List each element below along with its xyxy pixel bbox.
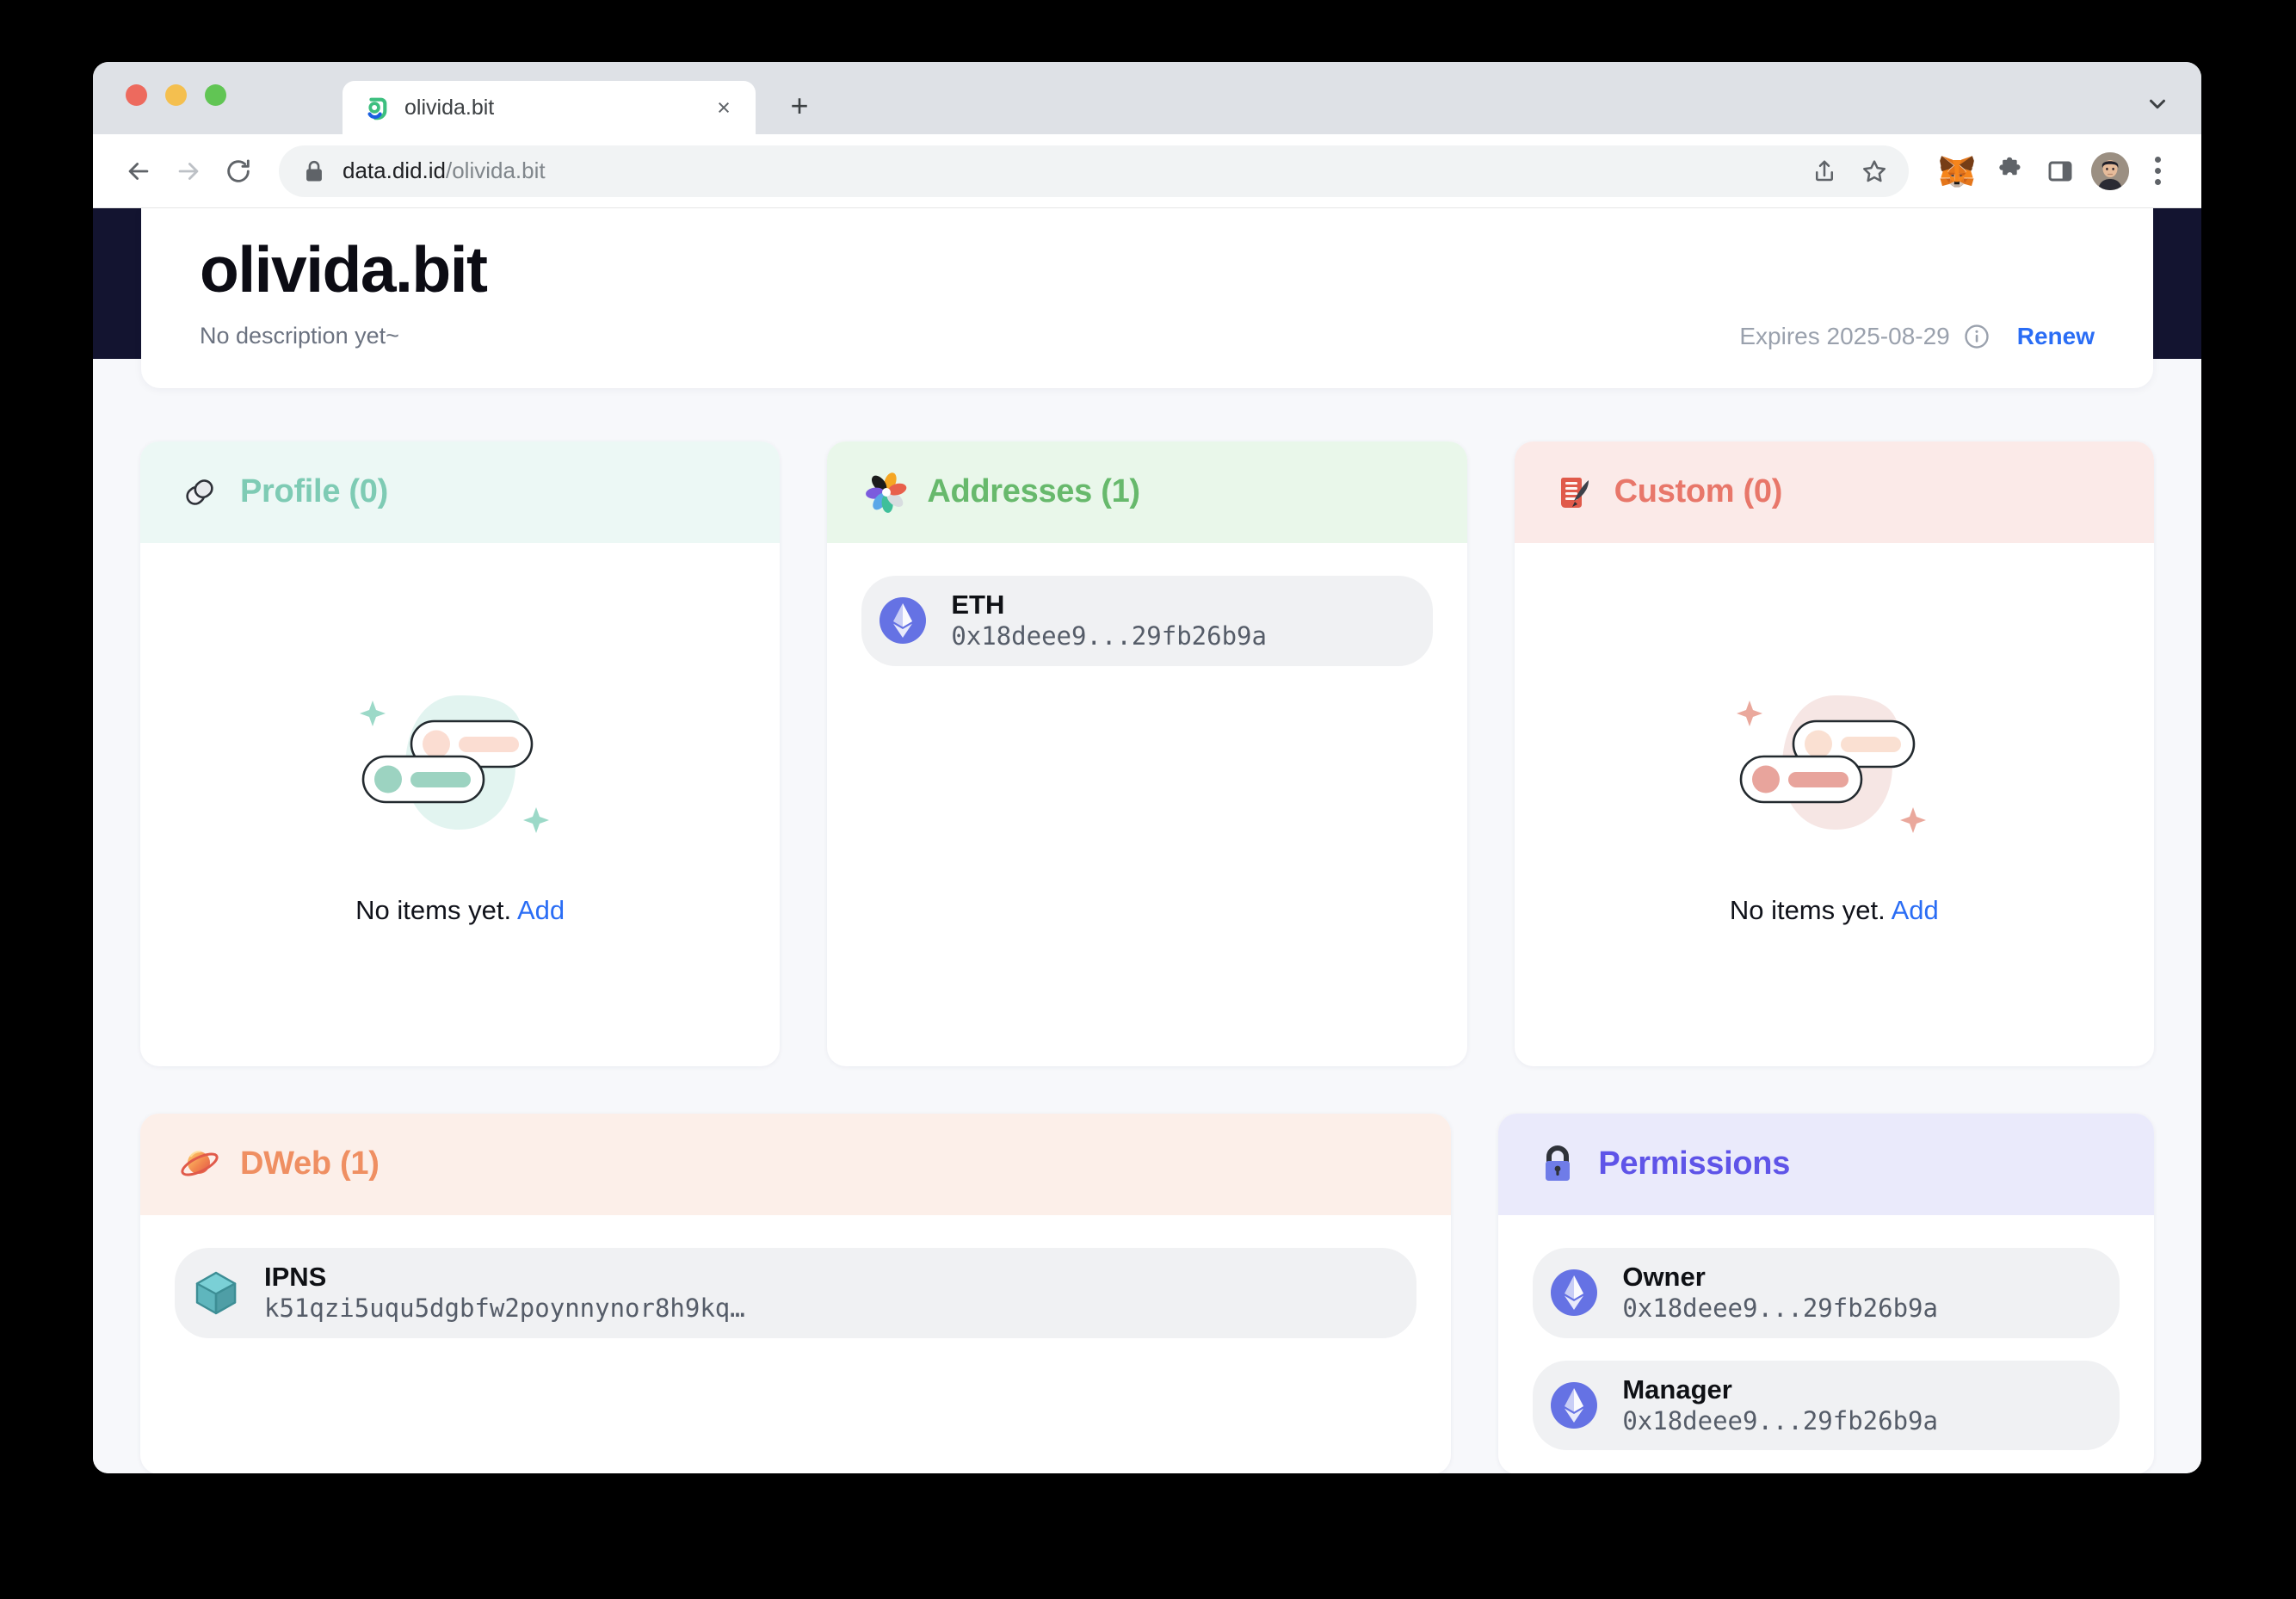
extensions-puzzle-icon[interactable]: [1988, 151, 2029, 192]
minimize-window-button[interactable]: [165, 84, 187, 106]
dweb-row[interactable]: IPNS k51qzi5uqu5dgbfw2poynnynor8h9kq…: [175, 1247, 1417, 1338]
chevron-down-icon[interactable]: [2143, 90, 2172, 119]
custom-card-title: Custom (0): [1614, 473, 1783, 510]
browser-window: olivida.bit × + data.did.id/olivida.bit …: [93, 62, 2201, 1473]
bookmark-star-icon[interactable]: [1855, 152, 1893, 190]
permission-label: Manager: [1622, 1374, 1732, 1405]
secondary-card-grid: DWeb (1) IPNS k51qzi5uqu5dgbfw2poynnynor…: [140, 1113, 2154, 1473]
address-label: ETH: [951, 589, 1005, 620]
header-meta-row: No description yet~ Expires 2025-08-29 R…: [200, 323, 2095, 350]
expiry-group: Expires 2025-08-29 Renew: [1739, 323, 2095, 350]
page-content: olivida.bit No description yet~ Expires …: [93, 208, 2201, 1473]
ringed-planet-icon: [181, 1150, 219, 1176]
dweb-label: IPNS: [264, 1261, 327, 1292]
dweb-card-title: DWeb (1): [240, 1145, 380, 1182]
custom-add-link[interactable]: Add: [1892, 895, 1939, 925]
dweb-value: k51qzi5uqu5dgbfw2poynnynor8h9kq…: [264, 1293, 745, 1324]
custom-empty-text: No items yet. Add: [1730, 895, 1939, 926]
ethereum-icon: [1551, 1381, 1598, 1429]
permission-row-text: Manager 0x18deee9...29fb26b9a: [1622, 1374, 1938, 1437]
url-text: data.did.id/olivida.bit: [343, 157, 546, 184]
ipfs-cube-icon: [195, 1271, 237, 1315]
back-button[interactable]: [114, 146, 164, 196]
custom-card-header: Custom (0): [1514, 441, 2154, 543]
did-logo-icon: [367, 97, 387, 120]
metamask-fox-icon[interactable]: [1936, 151, 1978, 192]
profile-card: Profile (0) No items yet. Add: [140, 441, 781, 1066]
profile-empty-label: No items yet.: [355, 894, 512, 925]
lock-icon: [306, 160, 322, 181]
ethereum-icon: [1551, 1269, 1598, 1317]
addresses-card-header: Addresses (1): [827, 441, 1467, 543]
reload-button[interactable]: [213, 146, 263, 196]
close-tab-icon[interactable]: ×: [709, 93, 738, 122]
pinwheel-flower-icon: [866, 472, 907, 513]
expiry-text: Expires 2025-08-29: [1739, 322, 1950, 349]
dweb-card: DWeb (1) IPNS k51qzi5uqu5dgbfw2poynnynor…: [140, 1113, 1452, 1473]
profile-card-header: Profile (0): [140, 441, 781, 543]
lock-icon: [1546, 1145, 1571, 1181]
url-domain: data.did.id: [343, 157, 446, 183]
dweb-card-header: DWeb (1): [140, 1113, 1452, 1215]
ethereum-icon: [880, 597, 927, 645]
page-viewport: olivida.bit No description yet~ Expires …: [93, 208, 2201, 1473]
forward-button[interactable]: [164, 146, 213, 196]
address-bar[interactable]: data.did.id/olivida.bit: [279, 145, 1909, 197]
side-panel-icon[interactable]: [2040, 151, 2081, 192]
primary-card-grid: Profile (0) No items yet. Add Addresses …: [140, 441, 2154, 1066]
share-icon[interactable]: [1805, 152, 1843, 190]
permission-label: Owner: [1622, 1261, 1706, 1292]
tab-title: olivida.bit: [404, 95, 495, 120]
custom-card: Custom (0) No items yet. Add: [1514, 441, 2154, 1066]
renew-button[interactable]: Renew: [2017, 323, 2095, 350]
custom-card-body: No items yet. Add: [1515, 543, 2154, 1066]
empty-illustration-mint-icon: [359, 695, 549, 833]
browser-toolbar: data.did.id/olivida.bit: [93, 134, 2201, 208]
page-title: olivida.bit: [200, 233, 488, 306]
permissions-card-header: Permissions: [1498, 1113, 2154, 1215]
maximize-window-button[interactable]: [205, 84, 226, 106]
extension-icons: [1936, 151, 2176, 192]
info-icon[interactable]: [1964, 324, 1990, 349]
address-row-text: ETH 0x18deee9...29fb26b9a: [951, 590, 1267, 652]
permissions-card-body: Owner 0x18deee9...29fb26b9a Manager 0x18…: [1498, 1215, 2154, 1473]
domain-description: No description yet~: [200, 323, 399, 349]
url-path: /olivida.bit: [445, 157, 546, 183]
addresses-card-title: Addresses (1): [927, 473, 1140, 510]
omnibox-actions: [1805, 152, 1893, 190]
profile-empty-state: No items yet. Add: [175, 576, 745, 1027]
browser-tab[interactable]: olivida.bit ×: [343, 81, 756, 134]
three-dot-menu-icon[interactable]: [2139, 151, 2176, 192]
permission-row[interactable]: Owner 0x18deee9...29fb26b9a: [1533, 1247, 2120, 1338]
profile-add-link[interactable]: Add: [517, 895, 565, 925]
window-traffic-lights: [126, 84, 226, 106]
permissions-card-title: Permissions: [1598, 1145, 1791, 1182]
new-tab-button[interactable]: +: [781, 88, 818, 124]
profile-empty-text: No items yet. Add: [355, 895, 565, 926]
close-window-button[interactable]: [126, 84, 147, 106]
permission-row-text: Owner 0x18deee9...29fb26b9a: [1622, 1262, 1938, 1324]
tab-strip: olivida.bit × +: [93, 62, 2201, 134]
domain-header-card: olivida.bit No description yet~ Expires …: [141, 208, 2153, 388]
dweb-row-text: IPNS k51qzi5uqu5dgbfw2poynnynor8h9kq…: [264, 1262, 745, 1324]
addresses-card-body: ETH 0x18deee9...29fb26b9a: [827, 543, 1466, 1066]
address-row[interactable]: ETH 0x18deee9...29fb26b9a: [861, 575, 1433, 666]
custom-empty-label: No items yet.: [1729, 894, 1886, 925]
permission-value: 0x18deee9...29fb26b9a: [1622, 1293, 1938, 1324]
permission-value: 0x18deee9...29fb26b9a: [1622, 1406, 1938, 1436]
permission-row[interactable]: Manager 0x18deee9...29fb26b9a: [1533, 1360, 2120, 1451]
profile-card-body: No items yet. Add: [140, 543, 780, 1066]
addresses-card: Addresses (1) ETH 0x18deee9...29fb26b9a: [827, 441, 1467, 1066]
empty-illustration-pink-icon: [1737, 695, 1927, 833]
scroll-quill-icon: [1560, 477, 1589, 508]
profile-avatar[interactable]: [2091, 151, 2129, 190]
address-value: 0x18deee9...29fb26b9a: [951, 621, 1267, 651]
chain-link-icon: [186, 478, 213, 505]
dweb-card-body: IPNS k51qzi5uqu5dgbfw2poynnynor8h9kq…: [140, 1215, 1451, 1473]
permissions-card: Permissions Owner 0x18deee9...29fb26b9a …: [1498, 1113, 2154, 1473]
custom-empty-state: No items yet. Add: [1549, 576, 2120, 1027]
profile-card-title: Profile (0): [240, 473, 388, 510]
